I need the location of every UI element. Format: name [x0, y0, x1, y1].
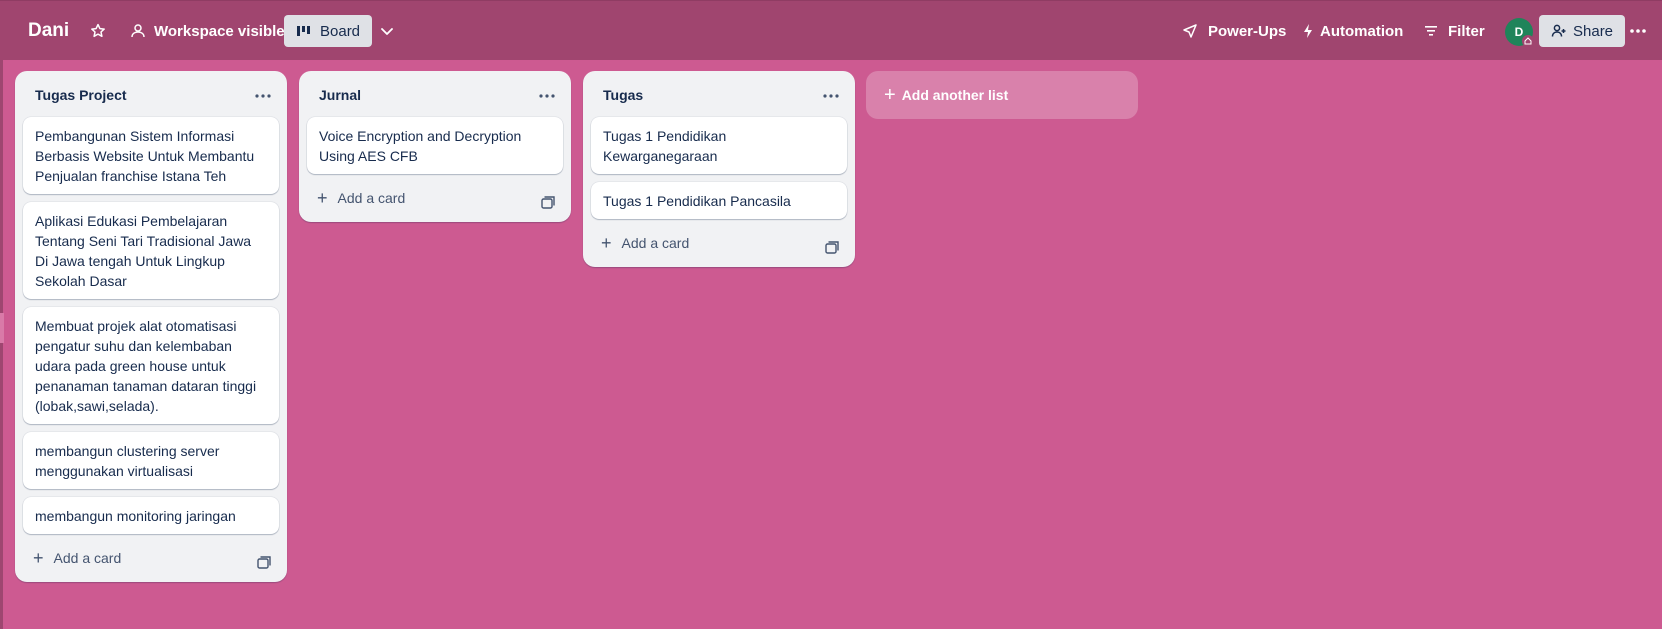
- powerups-label: Power-Ups: [1208, 22, 1287, 40]
- list-title[interactable]: Tugas: [603, 87, 643, 103]
- add-list-label: Add another list: [901, 87, 1009, 103]
- add-card-label: Add a card: [621, 235, 690, 251]
- add-list-button[interactable]: + Add another list: [866, 71, 1138, 119]
- people-icon: [131, 24, 145, 38]
- add-card-label: Add a card: [337, 190, 406, 206]
- ellipsis-icon: [823, 94, 839, 98]
- plus-icon: +: [601, 233, 612, 253]
- admin-badge-icon: [1522, 35, 1534, 47]
- board-header: Dani Workspace visible Board Power-Ups A…: [0, 0, 1662, 60]
- plus-icon: +: [884, 83, 896, 106]
- card[interactable]: Tugas 1 Pendidikan Kewarganegaraan: [591, 117, 847, 174]
- card-template-icon[interactable]: [825, 241, 839, 254]
- chevron-down-icon: [381, 28, 393, 35]
- ellipsis-icon: [255, 94, 271, 98]
- add-card-button[interactable]: + Add a card: [33, 548, 122, 568]
- card[interactable]: Aplikasi Edukasi Pembelajaran Tentang Se…: [23, 202, 279, 299]
- share-button[interactable]: Share: [1539, 15, 1626, 47]
- board-icon: [297, 26, 310, 36]
- lightning-icon: [1304, 24, 1312, 38]
- board-title[interactable]: Dani: [28, 15, 69, 47]
- list-jurnal: Jurnal Voice Encryption and Decryption U…: [299, 71, 571, 222]
- sidebar-toggle-tab[interactable]: [0, 313, 4, 343]
- list-title[interactable]: Jurnal: [319, 87, 361, 103]
- automation-button[interactable]: Automation: [1302, 15, 1403, 47]
- plus-icon: +: [317, 188, 328, 208]
- list-tugas-project: Tugas Project Pembangunan Sistem Informa…: [15, 71, 287, 582]
- list-header: Tugas Project: [15, 71, 287, 117]
- card[interactable]: Tugas 1 Pendidikan Pancasila: [591, 182, 847, 219]
- filter-icon: [1425, 26, 1437, 36]
- rocket-icon: [1183, 24, 1197, 38]
- list-header: Jurnal: [299, 71, 571, 117]
- list-tugas: Tugas Tugas 1 Pendidikan Kewarganegaraan…: [583, 71, 855, 267]
- visibility-label: Workspace visible: [154, 22, 285, 40]
- card-template-icon[interactable]: [257, 556, 271, 569]
- board-view-button[interactable]: Board: [284, 15, 373, 47]
- visibility-button[interactable]: Workspace visible: [130, 15, 285, 47]
- card[interactable]: membangun clustering server menggunakan …: [23, 432, 279, 489]
- board-view-label: Board: [320, 22, 361, 40]
- filter-button[interactable]: Filter: [1424, 15, 1485, 47]
- filter-label: Filter: [1448, 22, 1485, 40]
- ellipsis-icon: [539, 94, 555, 98]
- plus-icon: +: [33, 548, 44, 568]
- powerups-button[interactable]: Power-Ups: [1182, 15, 1286, 47]
- list-header: Tugas: [583, 71, 855, 117]
- list-menu-button[interactable]: [815, 80, 847, 112]
- card-template-icon[interactable]: [541, 196, 555, 209]
- view-switcher-button[interactable]: [376, 15, 398, 47]
- add-member-icon: [1551, 24, 1566, 37]
- card[interactable]: Membuat projek alat otomatisasi pengatur…: [23, 307, 279, 424]
- star-button[interactable]: [88, 15, 108, 47]
- card[interactable]: Pembangunan Sistem Informasi Berbasis We…: [23, 117, 279, 194]
- more-menu-button[interactable]: [1626, 15, 1650, 47]
- add-card-label: Add a card: [53, 550, 122, 566]
- list-menu-button[interactable]: [531, 80, 563, 112]
- add-card-button[interactable]: + Add a card: [601, 233, 690, 253]
- ellipsis-icon: [1630, 29, 1646, 33]
- card[interactable]: Voice Encryption and Decryption Using AE…: [307, 117, 563, 174]
- star-icon: [91, 23, 105, 38]
- automation-label: Automation: [1320, 22, 1404, 40]
- list-title[interactable]: Tugas Project: [35, 87, 127, 103]
- share-label: Share: [1573, 22, 1614, 40]
- card[interactable]: membangun monitoring jaringan: [23, 497, 279, 534]
- list-menu-button[interactable]: [247, 80, 279, 112]
- add-card-button[interactable]: + Add a card: [317, 188, 406, 208]
